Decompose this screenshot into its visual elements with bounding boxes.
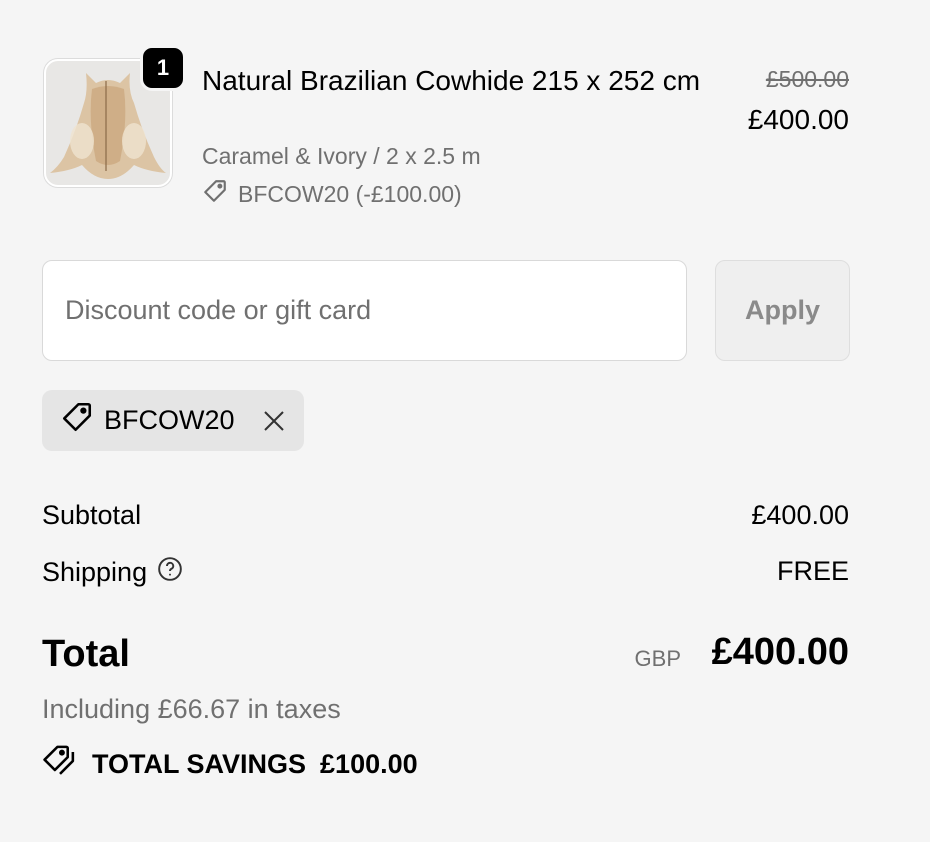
product-discount-line: BFCOW20 (-£100.00) [202,178,462,210]
subtotal-label: Subtotal [42,500,142,530]
savings-label: TOTAL SAVINGS [92,749,307,779]
apply-button[interactable]: Apply [715,260,850,361]
applied-discount-chip: BFCOW20 [42,390,304,451]
tags-icon [42,744,78,785]
help-icon[interactable] [157,556,183,589]
price-original: £500.00 [765,66,849,92]
tag-icon [202,178,228,210]
savings-value: £100.00 [320,749,418,779]
total-savings: TOTAL SAVINGS £100.00 [42,744,418,785]
total-value: £400.00 [711,631,849,673]
product-variant: Caramel & Ivory / 2 x 2.5 m [202,143,481,169]
subtotal-value: £400.00 [751,500,849,530]
shipping-value: FREE [776,556,849,586]
close-icon[interactable] [262,409,286,433]
discount-code-input[interactable] [42,260,687,361]
price-current: £400.00 [747,104,849,135]
shipping-label: Shipping [42,557,148,587]
tag-icon [60,400,94,441]
total-label: Total [42,633,130,675]
applied-code-label: BFCOW20 [104,405,235,435]
product-name: Natural Brazilian Cowhide 215 x 252 cm [202,65,701,96]
tax-note: Including £66.67 in taxes [42,694,341,724]
shipping-row-label: Shipping [42,556,183,589]
product-discount-text: BFCOW20 (-£100.00) [238,180,462,207]
total-currency: GBP [634,646,681,671]
quantity-badge: 1 [140,45,186,91]
